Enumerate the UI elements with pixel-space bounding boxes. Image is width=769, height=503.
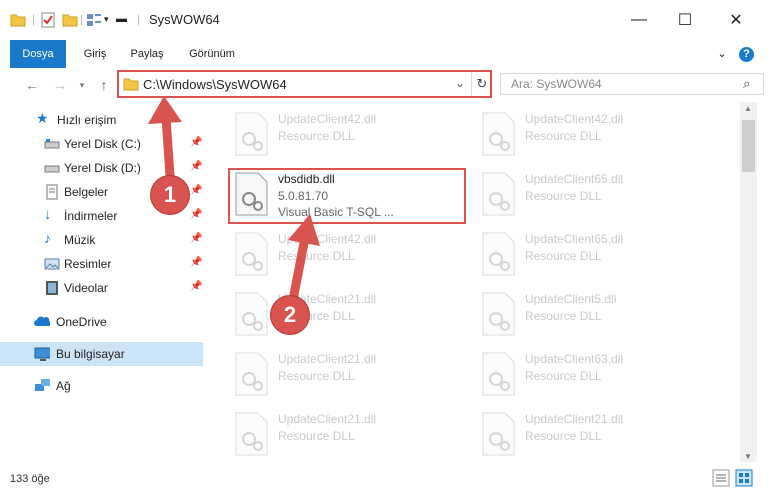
annotation-arrows	[148, 96, 320, 315]
step-1-badge: 1	[151, 176, 189, 214]
step-2-badge: 2	[271, 296, 309, 334]
